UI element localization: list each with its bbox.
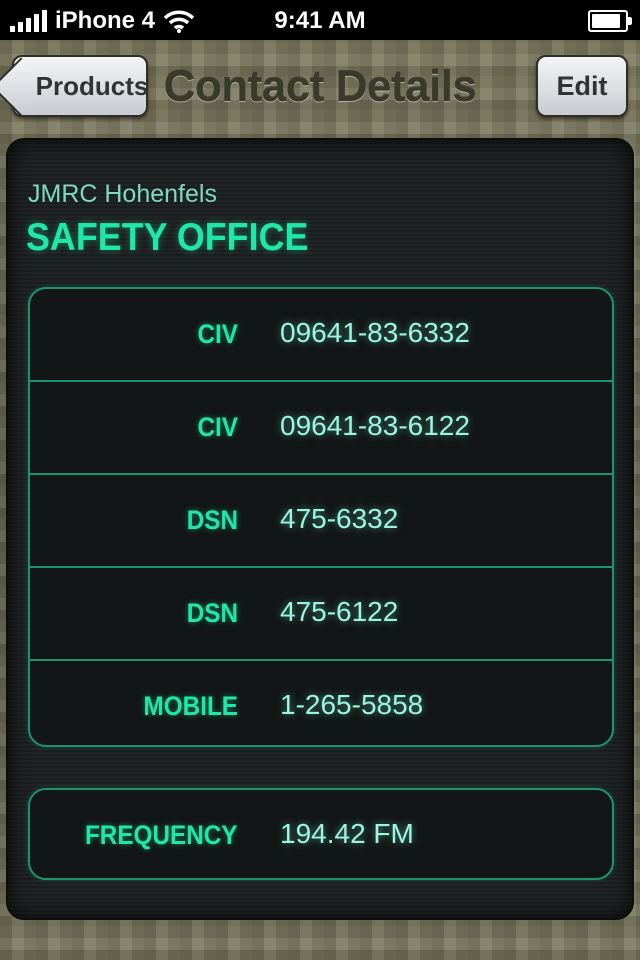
phone-row[interactable]: CIV 09641-83-6332 <box>30 289 612 382</box>
navigation-bar: Products Contact Details Edit <box>0 40 640 132</box>
frequency-row[interactable]: FREQUENCY 194.42 FM <box>30 790 612 881</box>
phone-row[interactable]: DSN 475-6332 <box>30 475 612 568</box>
phone-row[interactable]: DSN 475-6122 <box>30 568 612 661</box>
phone-label: MOBILE <box>143 691 239 721</box>
contact-panel: JMRC Hohenfels SAFETY OFFICE CIV 09641-8… <box>6 138 634 920</box>
phone-number: 1-265-5858 <box>280 689 424 720</box>
frequency-group: FREQUENCY 194.42 FM <box>28 788 614 880</box>
phone-label: DSN <box>186 505 238 535</box>
status-bar: iPhone 4 9:41 AM <box>0 0 640 40</box>
office-name: SAFETY OFFICE <box>26 216 309 259</box>
phone-number: 09641-83-6122 <box>280 410 470 441</box>
frequency-value: 194.42 FM <box>280 818 414 849</box>
phone-label: CIV <box>197 319 238 349</box>
status-time: 9:41 AM <box>274 7 366 34</box>
phone-label: CIV <box>197 412 238 442</box>
phone-number: 475-6122 <box>280 596 399 627</box>
phone-number: 09641-83-6332 <box>280 317 470 348</box>
edit-button[interactable]: Edit <box>536 55 628 117</box>
battery-icon <box>588 10 632 32</box>
phone-number: 475-6332 <box>280 503 399 534</box>
back-button-label: Products <box>35 70 149 101</box>
phone-label: DSN <box>186 598 238 628</box>
phone-row[interactable]: MOBILE 1-265-5858 <box>30 661 612 752</box>
phone-row[interactable]: CIV 09641-83-6122 <box>30 382 612 475</box>
organization-name: JMRC Hohenfels <box>28 180 217 208</box>
frequency-label: FREQUENCY <box>85 820 238 850</box>
phone-numbers-group: CIV 09641-83-6332 CIV 09641-83-6122 DSN … <box>28 287 614 747</box>
